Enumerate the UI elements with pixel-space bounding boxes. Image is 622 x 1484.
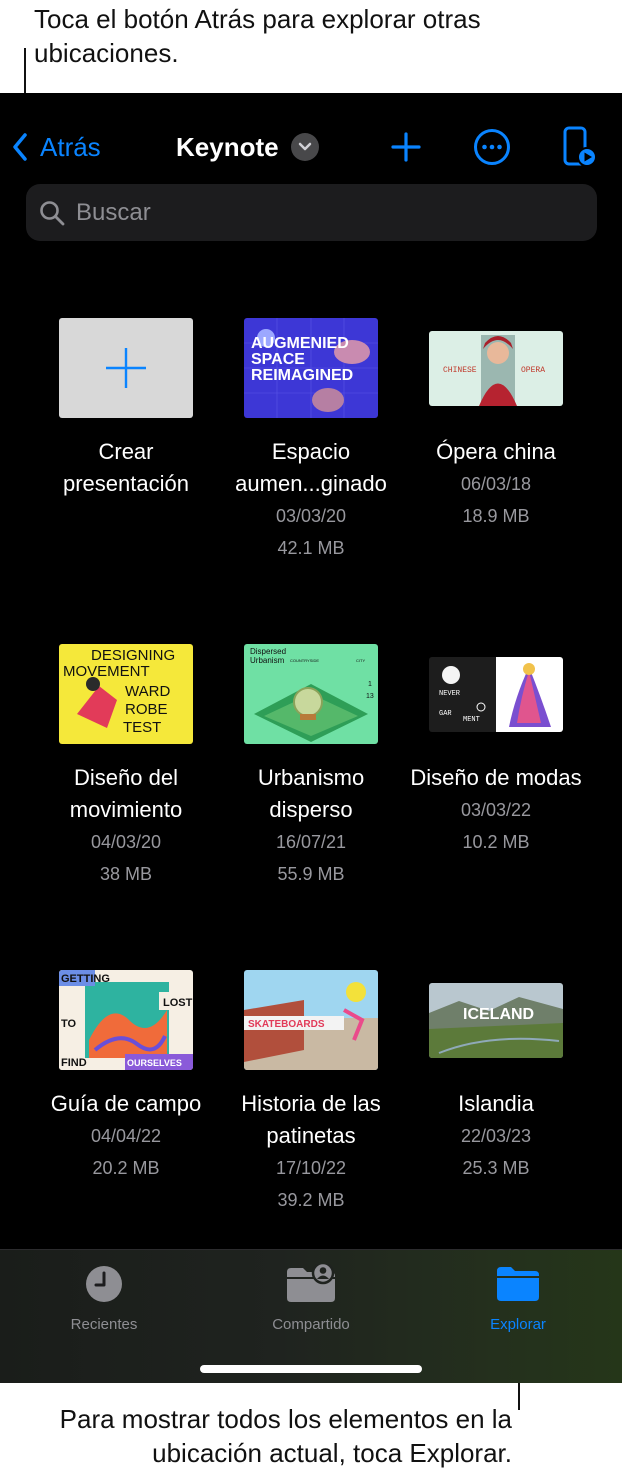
play-on-device-button[interactable] xyxy=(558,125,602,169)
thumb-text: TEST xyxy=(123,719,161,736)
thumb-text: TO xyxy=(61,1018,77,1030)
shared-folder-icon xyxy=(287,1264,335,1302)
file-date: 03/03/22 xyxy=(460,800,532,820)
thumb-text: AUGMENIED xyxy=(251,335,349,352)
thumb-text: Dispersed xyxy=(250,647,286,656)
file-size: 10.2 MB xyxy=(462,832,530,852)
file-name: Crear presentación xyxy=(63,439,189,496)
file-date: 04/04/22 xyxy=(90,1126,162,1146)
tab-recientes[interactable]: Recientes xyxy=(24,1262,184,1333)
phone-play-icon xyxy=(563,126,597,167)
thumb-text: CITY xyxy=(356,658,365,663)
ellipsis-circle-icon xyxy=(474,129,510,165)
thumb-text: 1 xyxy=(368,681,372,688)
file-size: 18.9 MB xyxy=(462,506,530,526)
file-name: Ópera china xyxy=(436,439,556,464)
file-name: Guía de campo xyxy=(50,1091,202,1116)
file-date: 16/07/21 xyxy=(275,832,347,852)
tab-label: Compartido xyxy=(272,1316,350,1333)
file-tile[interactable]: Dispersed Urbanism COUNTRYSIDE CITY 1 13… xyxy=(220,634,402,890)
file-name: Diseño del movimiento xyxy=(69,765,183,822)
file-name: Espacio aumen...ginado xyxy=(235,439,387,496)
file-name: Islandia xyxy=(458,1091,534,1116)
tab-bar: Recientes Compartido Explorar xyxy=(0,1249,622,1383)
file-tile[interactable]: GETTING LOST TO FIND OURSELVES Guía de c… xyxy=(35,960,217,1184)
file-tile[interactable]: NEVER GAR MENT Diseño de modas 03/03/22 … xyxy=(405,634,587,858)
file-tile[interactable]: SKATEBOARDS Historia de las patinetas 17… xyxy=(220,960,402,1216)
thumb-text: SPACE xyxy=(251,351,305,368)
thumb-text: GETTING xyxy=(61,973,110,985)
thumb-text: 13 xyxy=(366,693,374,700)
file-thumbnail[interactable]: Dispersed Urbanism COUNTRYSIDE CITY 1 13 xyxy=(244,644,378,744)
search-input[interactable] xyxy=(74,197,558,228)
device-screen: Atrás Keynote Buscar Crear presentación … xyxy=(0,93,622,1383)
file-size: 42.1 MB xyxy=(277,538,345,558)
thumb-text: CHINESE xyxy=(443,366,477,375)
thumb-text: NEVER xyxy=(439,690,461,698)
location-title[interactable]: Keynote xyxy=(176,127,319,167)
plus-icon xyxy=(391,132,421,162)
tab-compartido[interactable]: Compartido xyxy=(231,1262,391,1333)
home-indicator xyxy=(200,1365,422,1373)
file-date: 03/03/20 xyxy=(275,506,347,526)
thumb-text: MOVEMENT xyxy=(63,663,150,680)
file-thumbnail[interactable]: CHINESE OPERA xyxy=(429,330,563,406)
folder-icon xyxy=(497,1267,539,1301)
tab-explorar[interactable]: Explorar xyxy=(438,1262,598,1333)
chevron-down-icon xyxy=(290,133,319,161)
thumb-text: COUNTRYSIDE xyxy=(290,658,319,663)
file-tile[interactable]: AUGMENIED SPACE REIMAGINED Espacio aumen… xyxy=(220,308,402,564)
search-icon xyxy=(40,200,65,225)
file-size: 38 MB xyxy=(99,864,153,884)
file-thumbnail[interactable]: DESIGNING MOVEMENT WARD ROBE TEST xyxy=(59,644,193,744)
add-button[interactable] xyxy=(384,125,428,169)
file-size: 39.2 MB xyxy=(277,1190,345,1210)
more-options-button[interactable] xyxy=(470,125,514,169)
file-thumbnail[interactable]: SKATEBOARDS xyxy=(244,970,378,1070)
file-name: Historia de las patinetas xyxy=(241,1091,381,1148)
annotation-top: Toca el botón Atrás para explorar otras … xyxy=(34,4,481,68)
location-title-text: Keynote xyxy=(176,131,279,162)
create-presentation-button[interactable] xyxy=(59,318,193,418)
file-size: 25.3 MB xyxy=(462,1158,530,1178)
thumb-text: FIND xyxy=(61,1057,87,1069)
thumb-text: GAR xyxy=(439,710,452,718)
file-tile[interactable]: DESIGNING MOVEMENT WARD ROBE TEST Diseño… xyxy=(35,634,217,890)
file-thumbnail[interactable]: NEVER GAR MENT xyxy=(429,656,563,732)
file-size: 20.2 MB xyxy=(92,1158,160,1178)
file-date: 04/03/20 xyxy=(90,832,162,852)
plus-icon xyxy=(106,348,146,388)
file-size: 55.9 MB xyxy=(277,864,345,884)
file-date: 17/10/22 xyxy=(275,1158,347,1178)
search-field[interactable] xyxy=(26,184,597,241)
thumb-text: MENT xyxy=(463,716,480,724)
file-tile[interactable]: CHINESE OPERA Ópera china 06/03/18 18.9 … xyxy=(405,308,587,532)
tab-label: Explorar xyxy=(490,1316,546,1333)
thumb-text: OPERA xyxy=(521,366,545,375)
back-button-label: Atrás xyxy=(40,131,101,162)
thumb-text: LOST xyxy=(163,997,193,1009)
file-date: 22/03/23 xyxy=(460,1126,532,1146)
annotation-bottom: Para mostrar todos los elementos en la u… xyxy=(59,1404,512,1468)
thumb-text: DESIGNING xyxy=(91,647,175,664)
thumb-text: REIMAGINED xyxy=(251,367,353,384)
file-date: 06/03/18 xyxy=(460,474,532,494)
chevron-left-icon xyxy=(13,133,27,161)
file-name: Diseño de modas xyxy=(410,765,582,790)
file-thumbnail[interactable]: GETTING LOST TO FIND OURSELVES xyxy=(59,970,193,1070)
thumb-text: SKATEBOARDS xyxy=(248,1019,325,1030)
tab-label: Recientes xyxy=(70,1316,138,1333)
file-thumbnail[interactable]: AUGMENIED SPACE REIMAGINED xyxy=(244,318,378,418)
file-tile[interactable]: ICELAND Islandia 22/03/23 25.3 MB xyxy=(405,960,587,1184)
thumb-text: ROBE xyxy=(125,701,168,718)
clock-icon xyxy=(86,1266,122,1302)
thumb-text: WARD xyxy=(125,683,170,700)
file-thumbnail[interactable]: ICELAND xyxy=(429,982,563,1058)
thumb-text: ICELAND xyxy=(463,1006,534,1023)
thumb-text: OURSELVES xyxy=(127,1058,182,1068)
file-name: Urbanismo disperso xyxy=(257,765,365,822)
create-presentation-tile[interactable]: Crear presentación xyxy=(35,308,217,500)
thumb-text: Urbanism xyxy=(250,656,285,665)
back-button[interactable]: Atrás xyxy=(12,127,101,167)
